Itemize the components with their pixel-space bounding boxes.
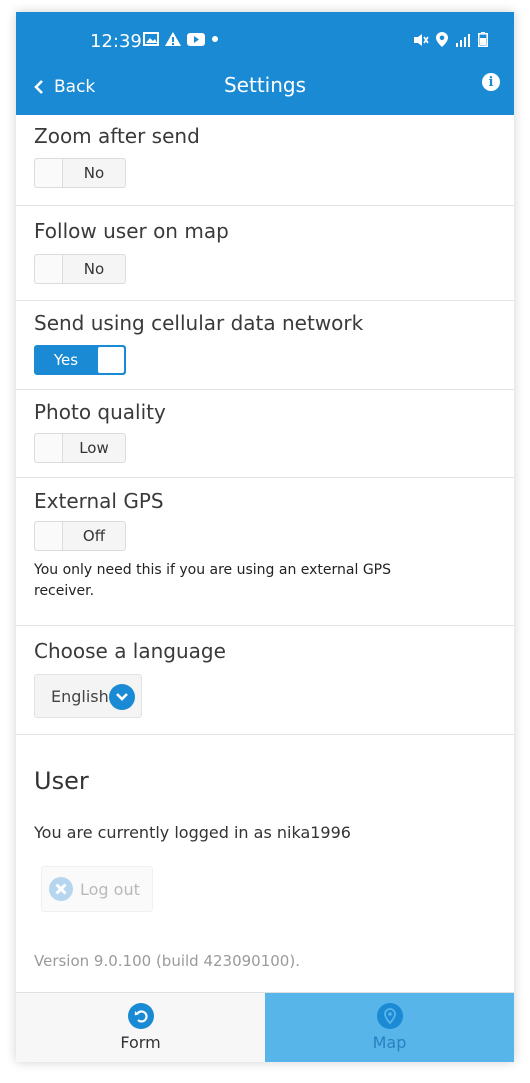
toggle-value: Off — [82, 527, 106, 545]
user-section: User You are currently logged in as nika… — [16, 735, 514, 995]
tab-form-label: Form — [120, 1033, 161, 1052]
toggle-value: Low — [79, 439, 109, 457]
warning-icon — [165, 32, 181, 46]
toggle-knob — [35, 255, 63, 283]
tab-map-label: Map — [372, 1033, 407, 1052]
toggle-value: No — [83, 260, 105, 278]
setting-label: Photo quality — [34, 400, 166, 424]
page-title: Settings — [223, 73, 307, 97]
navigation-bar: Back Settings i — [16, 70, 514, 115]
youtube-icon — [187, 32, 205, 46]
external-gps-help-text: You only need this if you are using an e… — [34, 562, 392, 599]
battery-icon — [478, 32, 488, 47]
toggle-value: Yes — [53, 351, 79, 369]
setting-cellular-data: Send using cellular data network Yes — [16, 301, 514, 390]
setting-photo-quality: Photo quality Low — [16, 390, 514, 478]
settings-content: Zoom after send No Follow user on map No… — [16, 115, 514, 995]
language-select[interactable]: English — [34, 674, 142, 718]
setting-follow-user: Follow user on map No — [16, 206, 514, 301]
logout-button[interactable]: Log out — [41, 866, 153, 912]
logout-label: Log out — [80, 879, 140, 899]
phone-screen: 12:39 Back Settings i Zoom after send No… — [16, 12, 514, 1062]
location-icon — [436, 32, 448, 47]
setting-zoom-after-send: Zoom after send No — [16, 115, 514, 206]
zoom-after-send-toggle[interactable]: No — [34, 158, 126, 188]
toggle-knob — [35, 159, 63, 187]
toggle-knob — [97, 346, 125, 374]
external-gps-toggle[interactable]: Off — [34, 521, 126, 551]
dot-icon — [211, 35, 219, 43]
gallery-icon — [143, 32, 159, 46]
tab-map[interactable]: Map — [265, 993, 514, 1062]
info-icon[interactable]: i — [482, 73, 500, 91]
close-circle-icon — [48, 876, 74, 902]
bottom-tab-bar: Form Map — [16, 992, 514, 1062]
follow-user-toggle[interactable]: No — [34, 254, 126, 284]
signal-icon — [455, 33, 471, 47]
status-time: 12:39 — [90, 31, 142, 52]
toggle-knob — [35, 434, 63, 462]
language-select-value: English — [51, 687, 109, 706]
map-pin-icon — [376, 1003, 403, 1029]
cellular-data-toggle[interactable]: Yes — [34, 345, 126, 375]
photo-quality-toggle[interactable]: Low — [34, 433, 126, 463]
chevron-down-icon — [109, 684, 135, 710]
toggle-knob — [35, 522, 63, 550]
logged-in-text: You are currently logged in as nika1996 — [34, 823, 351, 842]
mute-icon — [413, 33, 429, 47]
status-notification-icons — [143, 32, 219, 46]
setting-external-gps: External GPS Off You only need this if y… — [16, 478, 514, 626]
setting-language: Choose a language English — [16, 626, 514, 735]
setting-label: Zoom after send — [34, 124, 200, 148]
setting-label: Choose a language — [34, 639, 226, 663]
toggle-value: No — [83, 164, 105, 182]
version-text: Version 9.0.100 (build 423090100). — [34, 952, 300, 970]
undo-icon — [127, 1003, 154, 1029]
status-bar: 12:39 — [16, 12, 514, 70]
setting-label: External GPS — [34, 489, 164, 513]
user-heading: User — [34, 767, 89, 795]
tab-form[interactable]: Form — [16, 993, 265, 1062]
setting-label: Follow user on map — [34, 219, 229, 243]
status-system-icons — [413, 32, 488, 47]
setting-label: Send using cellular data network — [34, 311, 364, 335]
